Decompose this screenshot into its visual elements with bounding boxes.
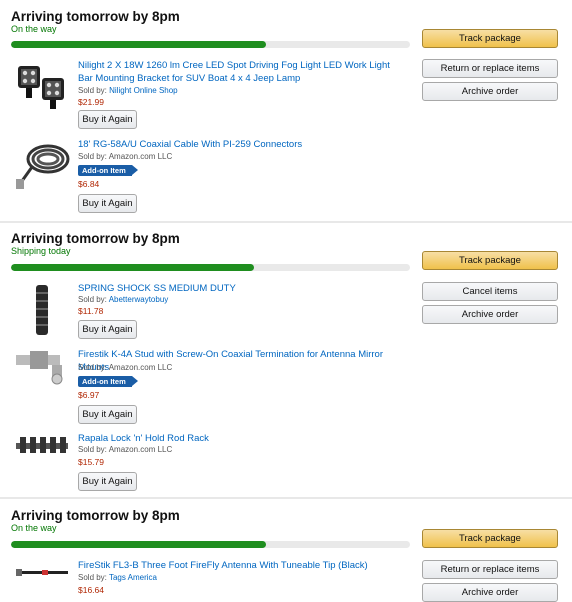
buy-it-again-button[interactable]: Buy it Again bbox=[78, 405, 137, 424]
archive-order-button[interactable]: Archive order bbox=[422, 305, 558, 324]
sold-by-label: Sold by: bbox=[78, 86, 107, 95]
item-price: $15.79 bbox=[78, 457, 104, 467]
rod-rack-icon[interactable] bbox=[12, 433, 72, 463]
sold-by: Sold by: Amazon.com LLC bbox=[78, 363, 172, 372]
sold-by-label: Sold by: bbox=[78, 152, 107, 161]
progress-fill bbox=[11, 541, 267, 548]
coaxial-cable-icon[interactable] bbox=[12, 137, 72, 193]
seller-link[interactable]: Nilight Online Shop bbox=[109, 86, 177, 95]
track-package-button[interactable]: Track package bbox=[422, 29, 558, 48]
buy-it-again-button[interactable]: Buy it Again bbox=[78, 320, 137, 339]
item-title-link[interactable]: 18' RG-58A/U Coaxial Cable With PI-259 C… bbox=[78, 139, 403, 152]
archive-order-button[interactable]: Archive order bbox=[422, 82, 558, 101]
shipment-title: Arriving tomorrow by 8pm bbox=[11, 231, 180, 246]
shipment-title: Arriving tomorrow by 8pm bbox=[11, 508, 180, 523]
item-price: $6.97 bbox=[78, 390, 100, 400]
sold-by: Sold by: Nilight Online Shop bbox=[78, 86, 178, 95]
sold-by: Sold by: Tags America bbox=[78, 573, 157, 582]
sold-by: Sold by: Amazon.com LLC bbox=[78, 152, 172, 161]
antenna-stud-icon[interactable] bbox=[12, 345, 72, 385]
shipment-card: Arriving tomorrow by 8pm On the way Trac… bbox=[0, 0, 572, 220]
shipment-card: Arriving tomorrow by 8pm On the way Trac… bbox=[0, 499, 572, 602]
item-price: $11.78 bbox=[78, 306, 104, 316]
item-price: $16.64 bbox=[78, 585, 104, 595]
shipment-status: On the way bbox=[11, 24, 57, 34]
spring-shock-icon[interactable] bbox=[12, 283, 72, 339]
track-package-button[interactable]: Track package bbox=[422, 529, 558, 548]
sold-by-label: Sold by: bbox=[78, 295, 107, 304]
cancel-items-button[interactable]: Cancel items bbox=[422, 282, 558, 301]
sold-by-label: Sold by: bbox=[78, 573, 107, 582]
seller-name: Amazon.com LLC bbox=[108, 445, 173, 454]
return-or-replace-button[interactable]: Return or replace items bbox=[422, 560, 558, 579]
sold-by-label: Sold by: bbox=[78, 363, 107, 372]
sold-by-label: Sold by: bbox=[78, 445, 107, 454]
item-title-link[interactable]: Rapala Lock 'n' Hold Rod Rack bbox=[78, 433, 403, 446]
seller-link[interactable]: Abetterwaytobuy bbox=[109, 295, 169, 304]
shipment-status: On the way bbox=[11, 523, 57, 533]
sold-by: Sold by: Amazon.com LLC bbox=[78, 445, 172, 454]
buy-it-again-button[interactable]: Buy it Again bbox=[78, 194, 137, 213]
buy-it-again-button[interactable]: Buy it Again bbox=[78, 110, 137, 129]
progress-fill bbox=[11, 264, 255, 271]
shipment-title: Arriving tomorrow by 8pm bbox=[11, 9, 180, 24]
progress-bar bbox=[11, 264, 410, 271]
progress-bar bbox=[11, 541, 410, 548]
track-package-button[interactable]: Track package bbox=[422, 251, 558, 270]
shipment-status: Shipping today bbox=[11, 246, 71, 256]
shipment-card: Arriving tomorrow by 8pm Shipping today … bbox=[0, 223, 572, 495]
item-title-link[interactable]: SPRING SHOCK SS MEDIUM DUTY bbox=[78, 283, 403, 296]
seller-name: Amazon.com LLC bbox=[108, 363, 173, 372]
item-price: $6.84 bbox=[78, 179, 100, 189]
progress-bar bbox=[11, 41, 410, 48]
led-light-pair-icon[interactable] bbox=[12, 58, 72, 114]
seller-link[interactable]: Tags America bbox=[109, 573, 157, 582]
progress-fill bbox=[11, 41, 267, 48]
seller-name: Amazon.com LLC bbox=[108, 152, 173, 161]
add-on-item-badge: Add-on Item bbox=[78, 165, 138, 176]
buy-it-again-button[interactable]: Buy it Again bbox=[78, 472, 137, 491]
item-title-link[interactable]: FireStik FL3-B Three Foot FireFly Antenn… bbox=[78, 560, 403, 573]
return-or-replace-button[interactable]: Return or replace items bbox=[422, 59, 558, 78]
item-title-link[interactable]: Nilight 2 X 18W 1260 lm Cree LED Spot Dr… bbox=[78, 60, 403, 85]
archive-order-button[interactable]: Archive order bbox=[422, 583, 558, 602]
add-on-item-badge: Add-on Item bbox=[78, 376, 138, 387]
item-price: $21.99 bbox=[78, 97, 104, 107]
sold-by: Sold by: Abetterwaytobuy bbox=[78, 295, 168, 304]
antenna-rod-icon[interactable] bbox=[12, 563, 72, 583]
